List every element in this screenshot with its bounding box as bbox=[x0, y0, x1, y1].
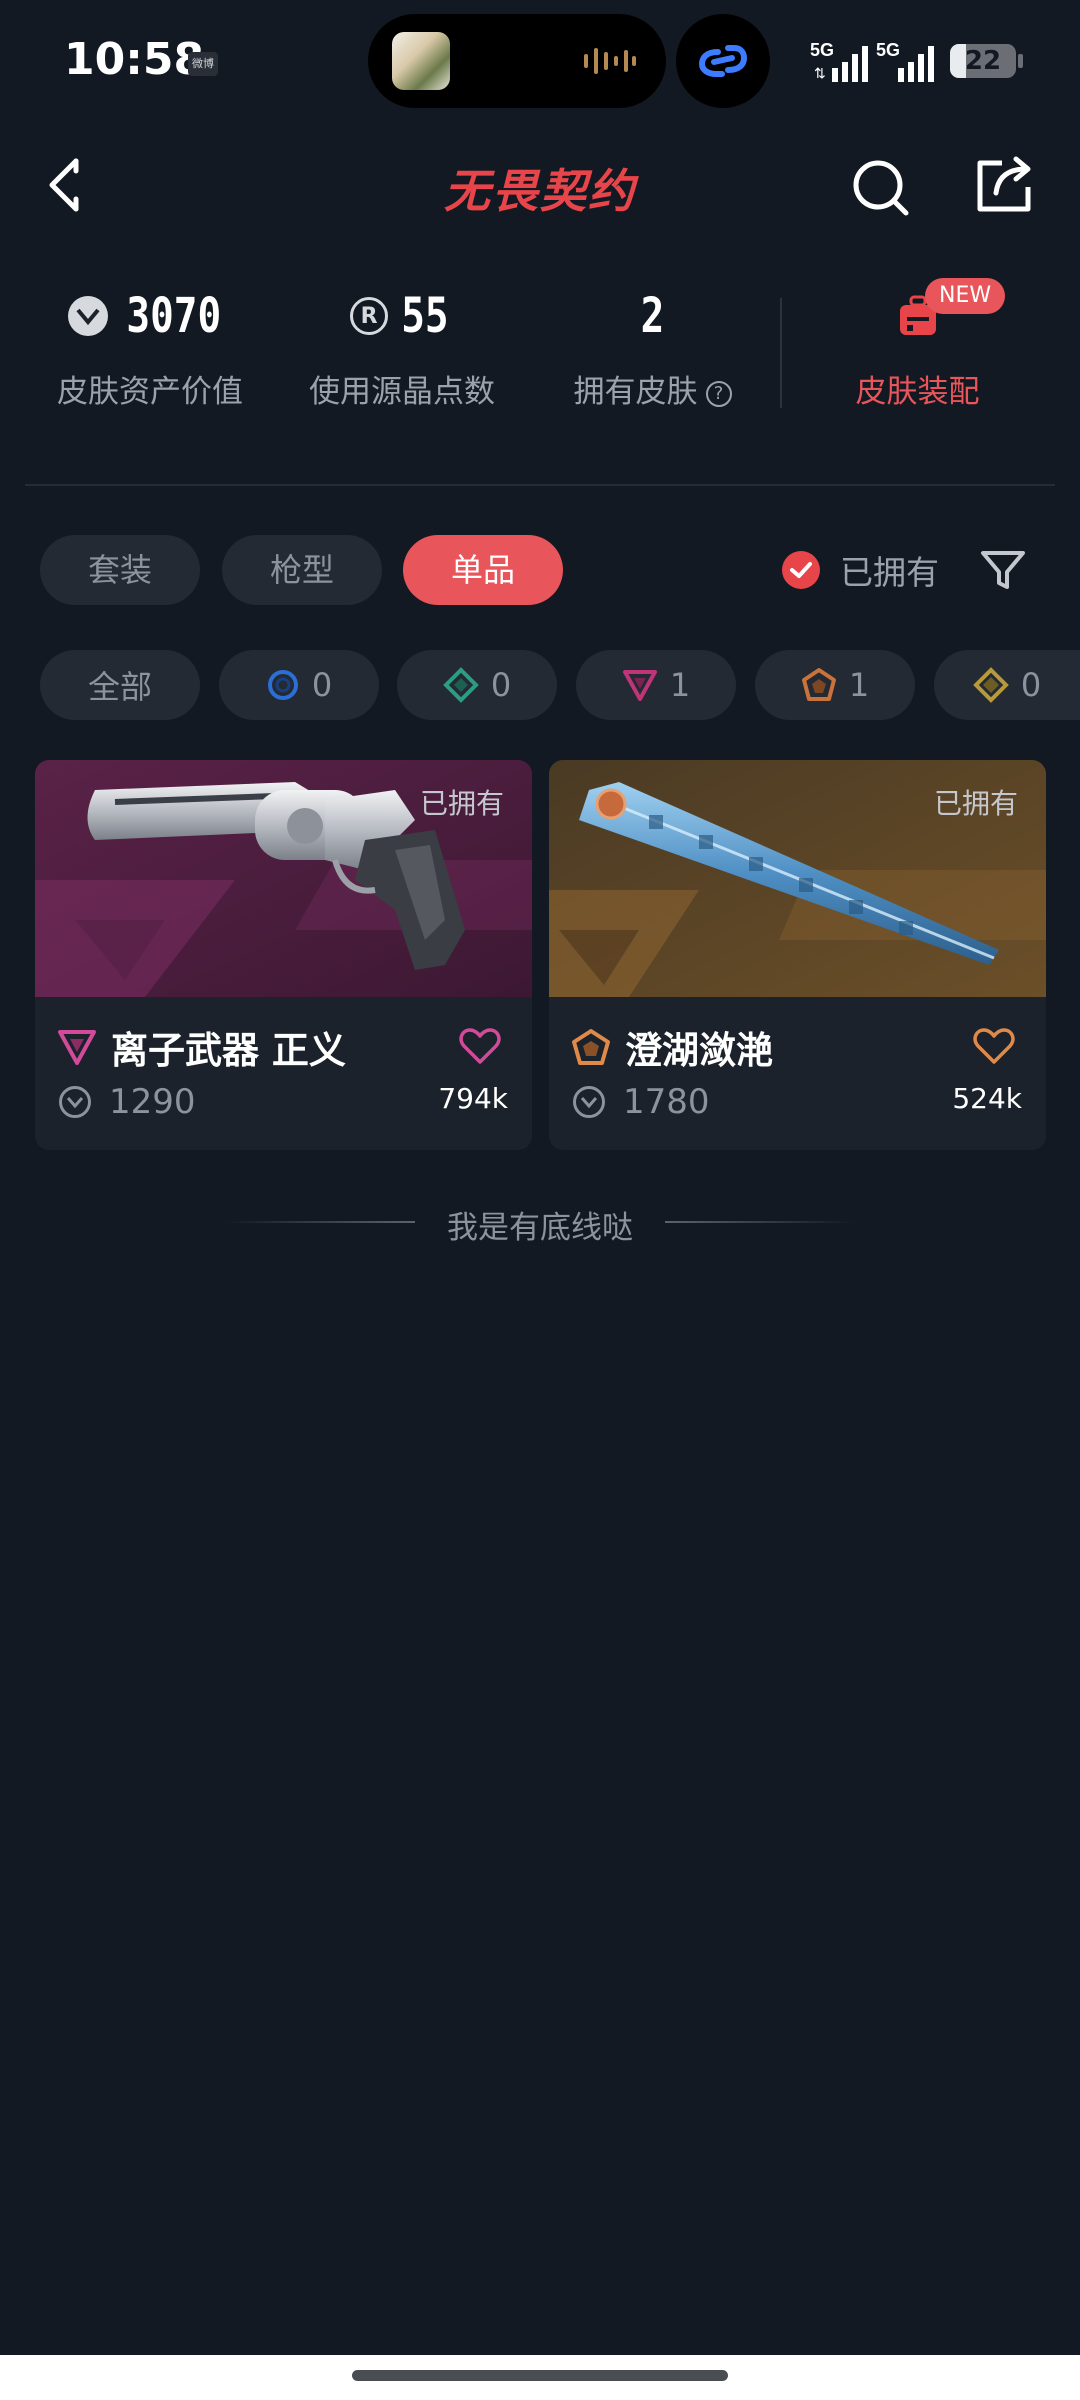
signal-5g-icon: 5G ⇅ bbox=[810, 40, 868, 82]
filter-button[interactable] bbox=[978, 545, 1028, 595]
svg-text:5G: 5G bbox=[810, 40, 834, 60]
rarity-count: 0 bbox=[1020, 666, 1042, 704]
rarity-chip-deluxe[interactable]: 0 bbox=[397, 650, 557, 720]
new-badge: NEW bbox=[925, 278, 1006, 314]
help-icon[interactable]: ? bbox=[705, 381, 732, 407]
svg-text:5G: 5G bbox=[876, 40, 900, 60]
rarity-count: 0 bbox=[311, 666, 333, 704]
checkbox-checked-icon bbox=[782, 551, 820, 589]
premium-tier-icon bbox=[58, 1030, 96, 1065]
radianite-value: 55 bbox=[401, 288, 449, 344]
share-icon bbox=[977, 156, 1031, 212]
owned-tag: 已拥有 bbox=[419, 787, 504, 820]
stats-summary: 3070 皮肤资产价值 R 55 使用源晶点数 2 拥有皮肤? 皮肤装配 bbox=[0, 280, 1080, 430]
battery-icon: 22 bbox=[950, 44, 1016, 78]
search-button[interactable] bbox=[850, 155, 914, 219]
end-line-right bbox=[665, 1221, 855, 1223]
valorant-points-icon bbox=[573, 1086, 605, 1118]
skin-name: 离子武器 正义 bbox=[111, 1029, 346, 1072]
tab-bundles[interactable]: 套装 bbox=[40, 535, 200, 605]
like-count: 524k bbox=[952, 1082, 1022, 1115]
deluxe-tier-icon bbox=[442, 667, 479, 703]
rarity-count: 1 bbox=[848, 666, 870, 704]
end-of-list-text: 我是有底线哒 bbox=[447, 1210, 633, 1246]
exclusive-tier-icon bbox=[572, 1029, 610, 1065]
back-button[interactable] bbox=[40, 155, 100, 215]
notification-app-icon: 微博 bbox=[188, 52, 218, 76]
asset-value-label: 皮肤资产价值 bbox=[57, 374, 243, 410]
rarity-chip-select[interactable]: 0 bbox=[219, 650, 379, 720]
tab-weapon-types[interactable]: 枪型 bbox=[222, 535, 382, 605]
svg-text:⇅: ⇅ bbox=[814, 65, 826, 81]
rarity-chip-label: 全部 bbox=[87, 668, 152, 706]
app-header: 无畏契约 bbox=[0, 125, 1080, 245]
rarity-chip-all[interactable]: 全部 bbox=[40, 650, 200, 720]
radianite-icon: R bbox=[350, 297, 389, 335]
status-time: 10:58 bbox=[64, 34, 205, 85]
rarity-chip-ultra[interactable]: 0 bbox=[934, 650, 1080, 720]
asset-value-stat: 3070 皮肤资产价值 bbox=[50, 280, 250, 411]
owned-tag: 已拥有 bbox=[933, 787, 1018, 820]
skin-name: 澄湖潋滟 bbox=[625, 1029, 773, 1072]
rarity-count: 0 bbox=[490, 666, 512, 704]
dynamic-island-media[interactable] bbox=[368, 14, 666, 108]
skins-owned-label: 拥有皮肤? bbox=[560, 366, 745, 411]
valorant-points-icon bbox=[68, 296, 109, 336]
media-thumbnail bbox=[392, 32, 450, 90]
skin-card[interactable]: 已拥有 离子武器 正义 1290 794k bbox=[35, 760, 532, 1150]
chevron-left-icon bbox=[49, 158, 79, 212]
section-divider bbox=[25, 484, 1055, 486]
favorite-heart-icon[interactable] bbox=[458, 1026, 502, 1066]
owned-filter-label: 已拥有 bbox=[840, 553, 939, 592]
stats-divider bbox=[780, 298, 782, 408]
rarity-count: 1 bbox=[669, 666, 691, 704]
signal-5g-icon-2: 5G bbox=[876, 40, 934, 82]
radianite-label: 使用源晶点数 bbox=[309, 374, 495, 410]
skins-owned-value: 2 bbox=[640, 288, 665, 344]
end-of-list-indicator: 我是有底线哒 bbox=[0, 1202, 1080, 1246]
audio-wave-icon bbox=[584, 48, 636, 74]
status-bar: 10:58 微博 5G ⇅ 5G 22 bbox=[0, 0, 1080, 125]
valorant-points-icon bbox=[59, 1086, 91, 1118]
skin-image: 已拥有 bbox=[35, 760, 532, 997]
skin-price: 1290 bbox=[109, 1082, 196, 1122]
ultra-tier-icon bbox=[972, 667, 1009, 703]
like-count: 794k bbox=[438, 1082, 508, 1115]
app-logo-title: 无畏契约 bbox=[444, 164, 636, 218]
filter-icon bbox=[981, 551, 1025, 589]
radianite-stat: R 55 使用源晶点数 bbox=[302, 280, 502, 411]
skins-owned-stat[interactable]: 2 拥有皮肤? bbox=[560, 280, 745, 411]
select-tier-icon bbox=[267, 670, 298, 700]
premium-tier-icon bbox=[622, 670, 657, 701]
asset-value: 3070 bbox=[126, 288, 222, 344]
link-icon bbox=[698, 45, 748, 77]
owned-filter-toggle[interactable]: 已拥有 bbox=[782, 535, 939, 605]
rarity-chip-exclusive[interactable]: 1 bbox=[755, 650, 915, 720]
search-icon bbox=[853, 160, 909, 216]
skin-price: 1780 bbox=[623, 1082, 710, 1122]
favorite-heart-icon[interactable] bbox=[972, 1026, 1016, 1066]
share-button[interactable] bbox=[972, 153, 1036, 217]
rarity-chip-premium[interactable]: 1 bbox=[576, 650, 736, 720]
home-indicator[interactable] bbox=[352, 2370, 728, 2381]
dynamic-island-link[interactable] bbox=[676, 14, 770, 108]
battery-level: 22 bbox=[964, 46, 1002, 76]
skin-image: 已拥有 bbox=[549, 760, 1046, 997]
exclusive-tier-icon bbox=[801, 668, 836, 701]
skin-loadout-label: 皮肤装配 bbox=[855, 374, 980, 410]
skin-card[interactable]: 已拥有 澄湖潋滟 1780 524k bbox=[549, 760, 1046, 1150]
tab-single-items[interactable]: 单品 bbox=[403, 535, 563, 605]
